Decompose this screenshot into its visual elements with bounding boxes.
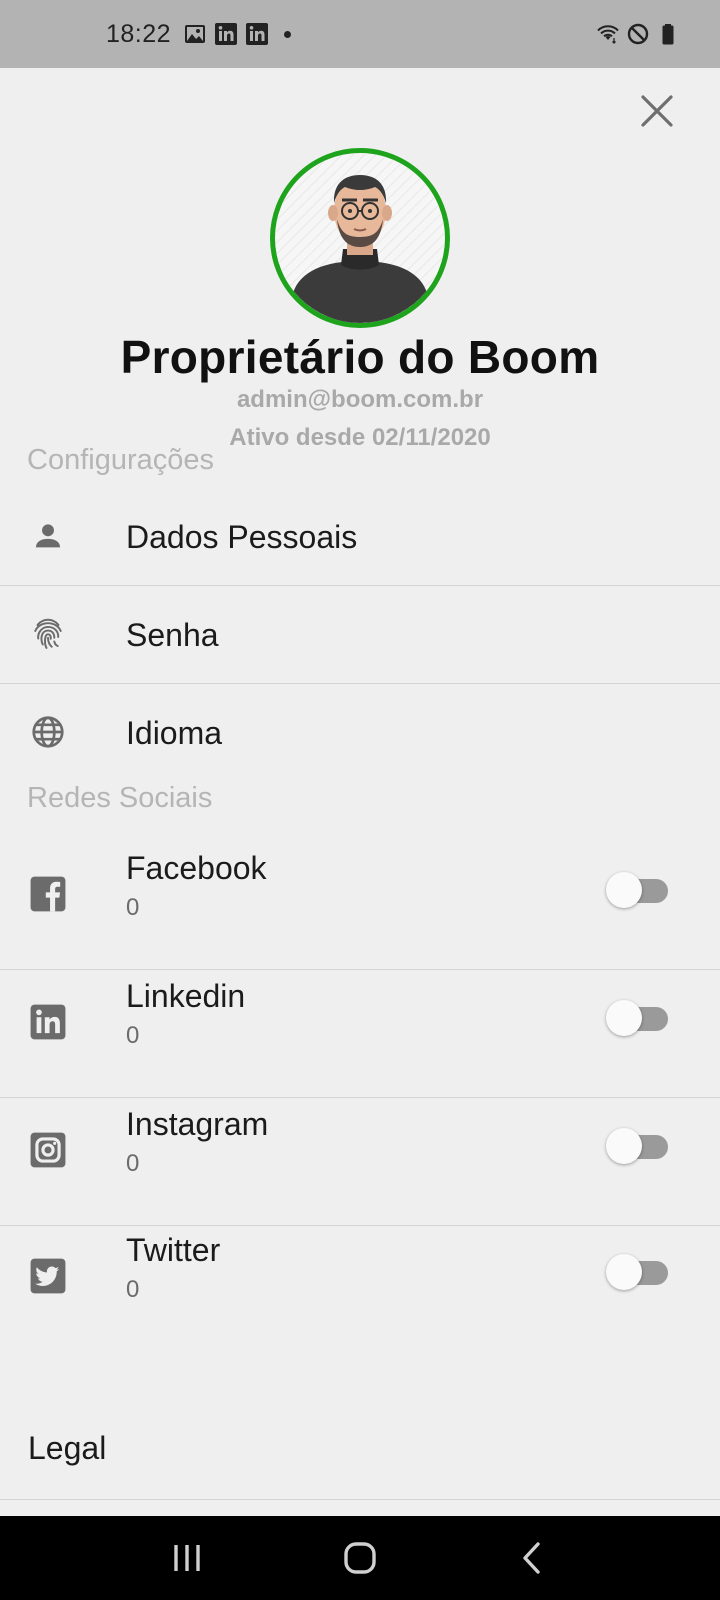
- social-item-label: Twitter: [126, 1232, 221, 1268]
- social-item-count: 0: [126, 1276, 140, 1303]
- toggle-thumb: [606, 1000, 642, 1036]
- legal-item[interactable]: Legal: [0, 1390, 720, 1500]
- facebook-toggle[interactable]: [606, 872, 670, 908]
- social-section-title: Redes Sociais: [27, 782, 213, 814]
- navigation-bar: [0, 1516, 720, 1600]
- settings-section-title: Configurações: [27, 444, 214, 476]
- social-item-twitter[interactable]: Twitter 0: [0, 1226, 720, 1354]
- instagram-toggle[interactable]: [606, 1128, 670, 1164]
- image-notification-icon: [185, 25, 206, 43]
- legal-label: Legal: [28, 1430, 107, 1466]
- social-item-count: 0: [126, 1022, 140, 1049]
- toggle-thumb: [606, 1128, 642, 1164]
- settings-item-password[interactable]: Senha: [0, 586, 720, 684]
- avatar-illustration: [275, 153, 445, 323]
- back-icon: [523, 1542, 541, 1574]
- social-item-label: Facebook: [126, 850, 267, 886]
- toggle-thumb: [606, 1254, 642, 1290]
- social-item-count: 0: [126, 1150, 140, 1177]
- home-icon: [344, 1542, 376, 1574]
- linkedin-toggle[interactable]: [606, 1000, 670, 1036]
- settings-item-label: Dados Pessoais: [126, 519, 358, 555]
- dot-icon: [284, 30, 292, 38]
- toggle-thumb: [606, 872, 642, 908]
- back-button[interactable]: [503, 1528, 563, 1588]
- battery-icon: [662, 24, 674, 45]
- profile-email: admin@boom.com.br: [236, 386, 484, 413]
- settings-item-label: Senha: [126, 617, 219, 653]
- twitter-toggle[interactable]: [606, 1254, 670, 1290]
- person-icon: [28, 516, 68, 556]
- social-item-instagram[interactable]: Instagram 0: [0, 1098, 720, 1226]
- facebook-icon: [28, 874, 68, 914]
- social-item-linkedin[interactable]: Linkedin 0: [0, 970, 720, 1098]
- social-item-label: Instagram: [126, 1106, 269, 1142]
- system-icons: [596, 22, 680, 46]
- linkedin-icon: [28, 1002, 68, 1042]
- status-time: 18:22: [106, 19, 172, 48]
- avatar[interactable]: [270, 148, 450, 328]
- linkedin-notification-icon: [246, 23, 269, 45]
- home-button[interactable]: [330, 1528, 390, 1588]
- fingerprint-icon: [28, 614, 68, 654]
- close-icon: [641, 95, 673, 127]
- notification-icons: [183, 22, 292, 46]
- social-item-count: 0: [126, 894, 140, 921]
- recent-apps-icon: [173, 1545, 200, 1571]
- recent-apps-button[interactable]: [157, 1528, 217, 1588]
- social-item-label: Linkedin: [126, 978, 246, 1014]
- twitter-icon: [28, 1256, 68, 1296]
- settings-item-label: Idioma: [126, 715, 223, 751]
- settings-item-personal-data[interactable]: Dados Pessoais: [0, 488, 720, 586]
- wifi-icon: [597, 25, 619, 44]
- status-bar: 18:22: [0, 0, 720, 68]
- close-button[interactable]: [634, 88, 680, 134]
- instagram-icon: [28, 1130, 68, 1170]
- profile-name: Proprietário do Boom: [120, 331, 600, 383]
- do-not-disturb-icon: [627, 23, 649, 45]
- globe-icon: [28, 712, 68, 752]
- settings-item-language[interactable]: Idioma: [0, 684, 720, 782]
- linkedin-notification-icon: [215, 23, 238, 45]
- social-item-facebook[interactable]: Facebook 0: [0, 836, 720, 970]
